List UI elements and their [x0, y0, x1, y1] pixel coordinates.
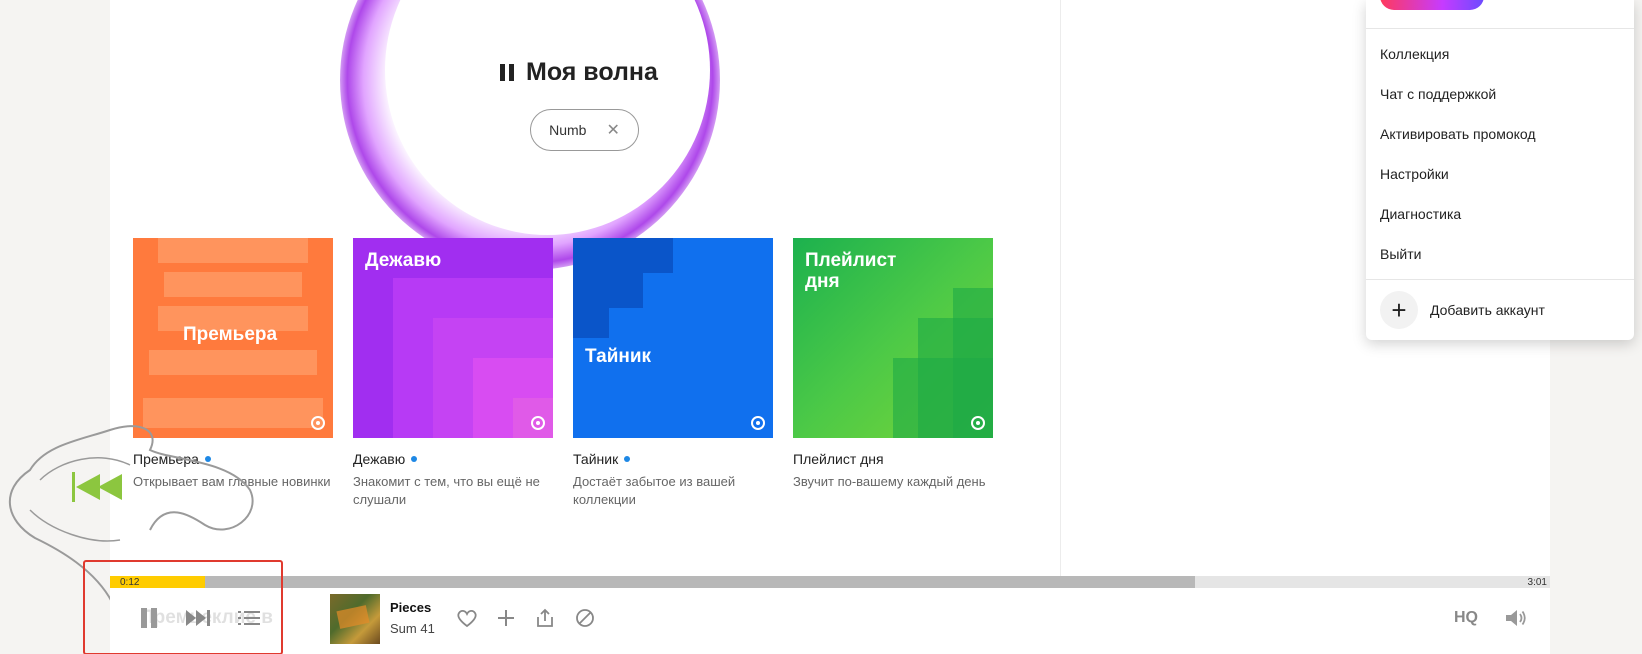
- main-content: Моя волна Numb ✕ Премьера Премьера Откры…: [110, 0, 1550, 654]
- menu-item-logout[interactable]: Выйти: [1380, 246, 1421, 262]
- track-title[interactable]: Pieces: [390, 600, 431, 615]
- card-name[interactable]: Тайник: [573, 451, 618, 467]
- cover-title: Дежавю: [365, 250, 442, 271]
- add-account-label: Добавить аккаунт: [1430, 302, 1545, 318]
- vibe-icon: [531, 416, 545, 430]
- add-icon[interactable]: [495, 607, 517, 629]
- heart-icon[interactable]: [456, 607, 478, 629]
- track-artist[interactable]: Sum 41: [390, 621, 435, 636]
- plus-subscription-button[interactable]: [1380, 0, 1484, 10]
- vibe-icon: [751, 416, 765, 430]
- menu-item-diagnostics[interactable]: Диагностика: [1380, 206, 1461, 222]
- share-icon[interactable]: [534, 607, 556, 629]
- highlight-box: [83, 560, 283, 654]
- playlist-cover[interactable]: Тайник: [573, 238, 773, 438]
- volume-icon[interactable]: [1504, 607, 1528, 629]
- vibe-icon: [971, 416, 985, 430]
- total-time: 3:01: [1527, 577, 1547, 588]
- column-divider: [1060, 0, 1061, 578]
- card-description: Достаёт забытое из вашей коллекции: [573, 474, 736, 507]
- new-dot: [624, 456, 631, 462]
- close-icon[interactable]: ✕: [606, 120, 619, 140]
- account-menu: Коллекция Чат с поддержкой Активировать …: [1366, 0, 1634, 340]
- menu-item-promo[interactable]: Активировать промокод: [1380, 126, 1536, 142]
- wave-title: Моя волна: [526, 58, 658, 86]
- playlist-card-stash[interactable]: Тайник Тайник Достаёт забытое из вашей к…: [573, 238, 773, 509]
- card-description: Звучит по-вашему каждый день: [793, 474, 986, 489]
- cover-title: Тайник: [585, 346, 652, 367]
- menu-item-support-chat[interactable]: Чат с поддержкой: [1380, 86, 1496, 102]
- playlist-cover[interactable]: Премьера: [133, 238, 333, 438]
- cover-title: Плейлист дня: [805, 250, 897, 292]
- menu-item-collection[interactable]: Коллекция: [1380, 46, 1449, 62]
- playlist-card-dejavu[interactable]: Дежавю Дежавю Знакомит с тем, что вы ещё…: [353, 238, 553, 509]
- playlist-card-daily[interactable]: Плейлист дня Плейлист дня Звучит по-ваше…: [793, 238, 993, 491]
- block-icon[interactable]: [574, 607, 596, 629]
- vibe-icon: [311, 416, 325, 430]
- card-name[interactable]: Дежавю: [353, 451, 405, 467]
- menu-item-settings[interactable]: Настройки: [1380, 166, 1449, 182]
- cover-title: Премьера: [183, 324, 278, 345]
- wave-seed-chip[interactable]: Numb ✕: [530, 109, 639, 151]
- add-account-button[interactable]: + Добавить аккаунт: [1380, 291, 1545, 329]
- wave-seed-label: Numb: [549, 122, 587, 138]
- rewind-icon: [72, 472, 122, 502]
- wave-header[interactable]: Моя волна: [500, 58, 658, 87]
- plus-icon: +: [1380, 291, 1418, 329]
- card-name[interactable]: Плейлист дня: [793, 451, 884, 467]
- album-cover[interactable]: [330, 594, 380, 644]
- hq-toggle[interactable]: HQ: [1454, 609, 1478, 627]
- card-description: Знакомит с тем, что вы ещё не слушали: [353, 474, 540, 507]
- wave-pause-icon[interactable]: [500, 64, 514, 81]
- playlist-cover[interactable]: Плейлист дня: [793, 238, 993, 438]
- playlist-cover[interactable]: Дежавю: [353, 238, 553, 438]
- new-dot: [411, 456, 418, 462]
